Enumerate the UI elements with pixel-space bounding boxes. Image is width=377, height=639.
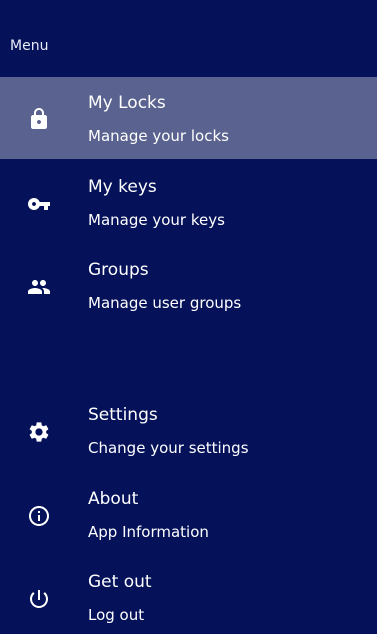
menu-item-title: Get out (88, 572, 152, 592)
menu-item-subtitle: Manage your keys (88, 211, 225, 229)
menu-item-subtitle: Log out (88, 606, 145, 624)
menu-item-groups[interactable]: Groups Manage user groups (0, 245, 377, 327)
menu-item-subtitle: Manage your locks (88, 127, 229, 145)
menu-item-get-out[interactable]: Get out Log out (0, 557, 377, 639)
menu-item-about[interactable]: About App Information (0, 474, 377, 556)
menu-item-subtitle: App Information (88, 523, 209, 541)
key-icon (23, 188, 55, 220)
menu-header: Menu (10, 38, 49, 54)
menu-item-title: My keys (88, 177, 157, 197)
menu-item-title: Settings (88, 405, 158, 425)
menu-item-title: About (88, 489, 139, 509)
people-icon (23, 271, 55, 303)
menu-item-subtitle: Manage user groups (88, 294, 242, 312)
gear-icon (23, 416, 55, 448)
menu-item-subtitle: Change your settings (88, 439, 249, 457)
menu-item-my-keys[interactable]: My keys Manage your keys (0, 162, 377, 244)
navigation-drawer: Menu My Locks Manage your locks My keys … (0, 0, 377, 634)
menu-item-my-locks[interactable]: My Locks Manage your locks (0, 77, 377, 159)
menu-item-title: My Locks (88, 93, 166, 113)
menu-item-settings[interactable]: Settings Change your settings (0, 390, 377, 472)
power-icon (23, 583, 55, 615)
lock-icon (23, 103, 55, 135)
info-icon (23, 500, 55, 532)
menu-item-title: Groups (88, 260, 149, 280)
